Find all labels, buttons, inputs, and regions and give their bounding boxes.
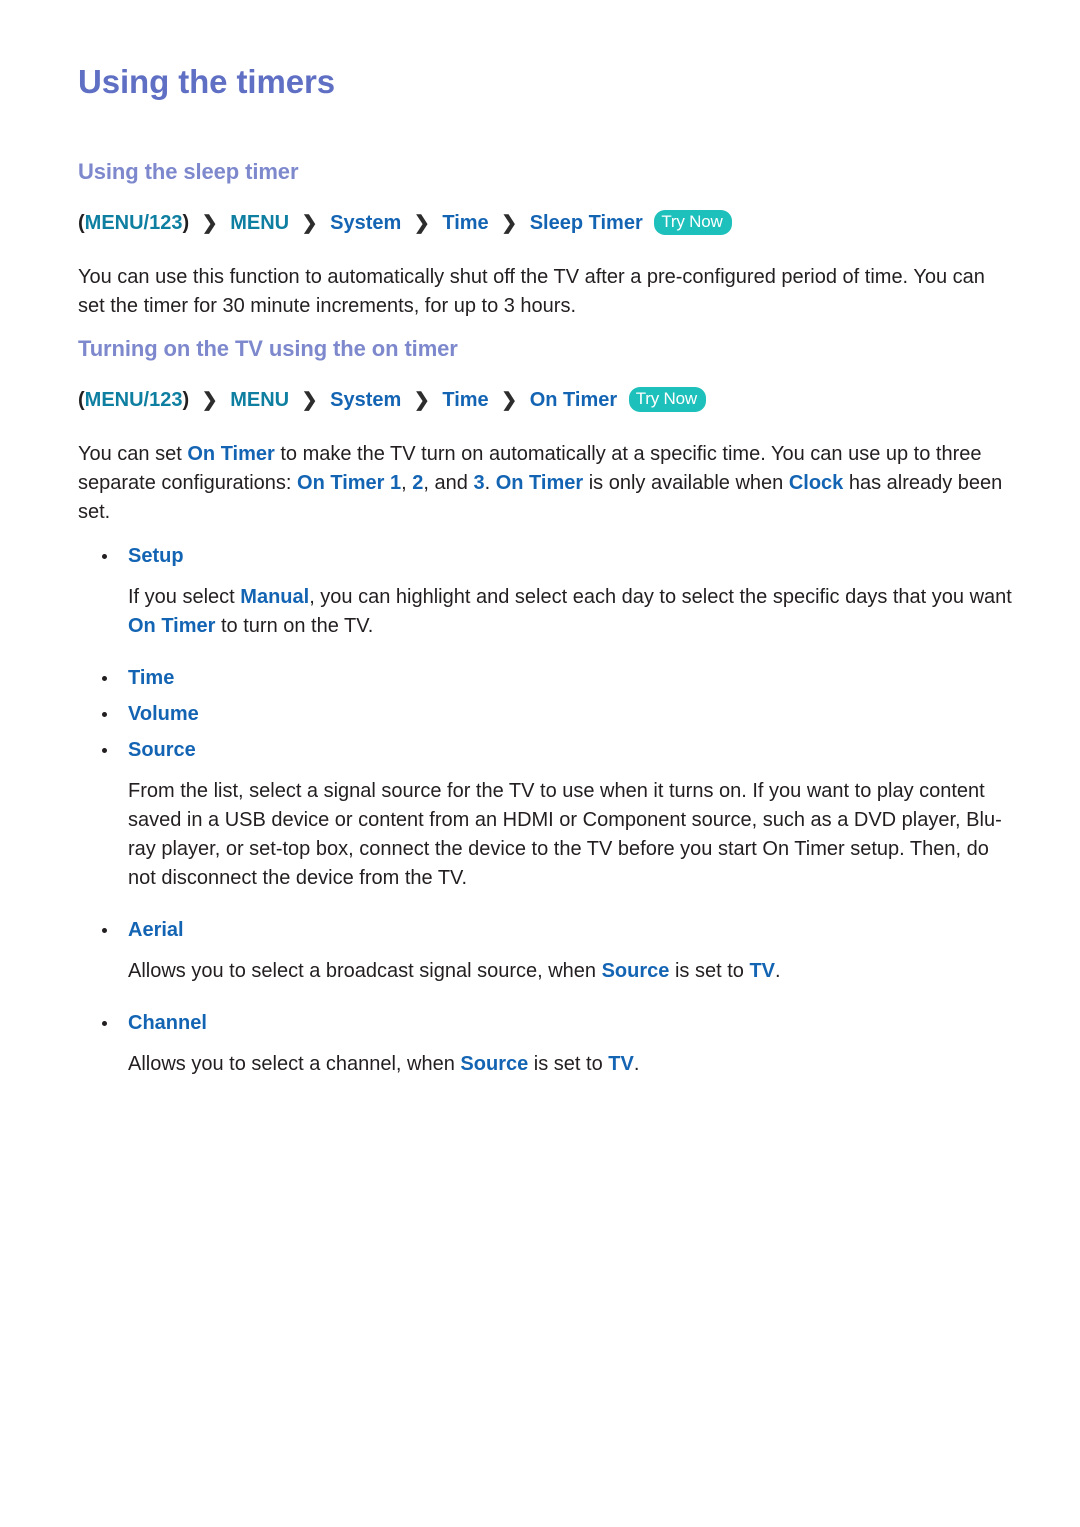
text-fragment: to turn on the TV. bbox=[215, 615, 374, 637]
breadcrumb-open-paren: ( bbox=[78, 212, 85, 234]
bullet-dot-icon bbox=[102, 928, 107, 933]
text-fragment: Allows you to select a channel, when bbox=[128, 1053, 461, 1075]
chevron-right-icon: ❯ bbox=[201, 213, 218, 234]
breadcrumb-close-paren: ) bbox=[182, 389, 190, 411]
option-description-aerial: Allows you to select a broadcast signal … bbox=[128, 957, 1018, 986]
keyword-on-timer-repeat: On Timer bbox=[495, 472, 584, 494]
keyword-tv: TV bbox=[608, 1053, 634, 1075]
text-fragment: , bbox=[401, 472, 413, 494]
keyword-source: Source bbox=[601, 960, 670, 982]
chevron-right-icon: ❯ bbox=[413, 390, 430, 411]
option-description-setup: If you select Manual, you can highlight … bbox=[128, 583, 1018, 641]
text-fragment: , you can highlight and select each day … bbox=[309, 586, 1012, 608]
option-label-setup: Setup bbox=[128, 545, 184, 567]
bullet-dot-icon bbox=[102, 676, 107, 681]
breadcrumb-item-menu[interactable]: MENU bbox=[230, 389, 289, 411]
chevron-right-icon: ❯ bbox=[413, 213, 430, 234]
option-label-source: Source bbox=[128, 739, 196, 761]
keyword-tv: TV bbox=[749, 960, 775, 982]
list-item-channel: Channel bbox=[78, 1008, 1020, 1038]
bullet-dot-icon bbox=[102, 554, 107, 559]
try-now-badge[interactable]: Try Now bbox=[628, 387, 706, 412]
text-fragment: is set to bbox=[669, 960, 750, 982]
section-heading-sleep-timer: Using the sleep timer bbox=[78, 159, 299, 184]
option-description-channel: Allows you to select a channel, when Sou… bbox=[128, 1050, 1018, 1079]
document-page: Using the timers Using the sleep timer (… bbox=[0, 0, 1080, 1527]
list-item-aerial: Aerial bbox=[78, 915, 1020, 945]
text-fragment: is only available when bbox=[583, 472, 789, 494]
keyword-clock: Clock bbox=[788, 472, 844, 494]
text-fragment: You can set bbox=[78, 443, 188, 465]
option-description-source: From the list, select a signal source fo… bbox=[128, 780, 1002, 889]
text-fragment: . bbox=[775, 960, 781, 982]
sleep-timer-description: You can use this function to automatical… bbox=[78, 266, 985, 317]
breadcrumb-open-paren: ( bbox=[78, 389, 85, 411]
breadcrumb-item-time[interactable]: Time bbox=[442, 389, 488, 411]
text-fragment: . bbox=[633, 1053, 640, 1075]
keyword-on-timer: On Timer bbox=[187, 443, 275, 465]
list-item-time: Time bbox=[78, 663, 1020, 693]
chevron-right-icon: ❯ bbox=[201, 390, 218, 411]
keyword-on-timer-3: 3 bbox=[473, 472, 485, 494]
list-item-volume: Volume bbox=[78, 699, 1020, 729]
breadcrumb-on-timer: (MENU/123) ❯ MENU ❯ System ❯ Time ❯ On T… bbox=[78, 387, 1020, 414]
text-fragment: is set to bbox=[528, 1053, 609, 1075]
breadcrumb-item-system[interactable]: System bbox=[330, 389, 401, 411]
list-item-setup: Setup bbox=[78, 541, 1020, 571]
breadcrumb-sleep-timer: (MENU/123) ❯ MENU ❯ System ❯ Time ❯ Slee… bbox=[78, 210, 1020, 237]
keyword-source: Source bbox=[460, 1053, 529, 1075]
chevron-right-icon: ❯ bbox=[501, 213, 518, 234]
bullet-dot-icon bbox=[102, 748, 107, 753]
list-item-source: Source bbox=[78, 735, 1020, 765]
text-fragment: . bbox=[484, 472, 496, 494]
breadcrumb-item-sleep-timer[interactable]: Sleep Timer bbox=[530, 212, 643, 234]
breadcrumb-item-menu[interactable]: MENU bbox=[230, 212, 289, 234]
keyword-on-timer-2: 2 bbox=[412, 472, 424, 494]
on-timer-description: You can set On Timer to make the TV turn… bbox=[78, 440, 1013, 527]
option-label-volume: Volume bbox=[128, 703, 199, 725]
text-fragment: Allows you to select a broadcast signal … bbox=[128, 960, 602, 982]
try-now-badge[interactable]: Try Now bbox=[654, 210, 732, 235]
chevron-right-icon: ❯ bbox=[501, 390, 518, 411]
bullet-dot-icon bbox=[102, 1021, 107, 1026]
text-fragment: If you select bbox=[128, 586, 241, 608]
text-fragment: , and bbox=[423, 472, 474, 494]
bullet-dot-icon bbox=[102, 712, 107, 717]
section-heading-on-timer: Turning on the TV using the on timer bbox=[78, 336, 458, 361]
on-timer-options-list: Setup If you select Manual, you can high… bbox=[78, 541, 1020, 1079]
chevron-right-icon: ❯ bbox=[301, 213, 318, 234]
breadcrumb-item-system[interactable]: System bbox=[330, 212, 401, 234]
breadcrumb-item-menu123[interactable]: MENU/123 bbox=[85, 212, 183, 234]
breadcrumb-item-on-timer[interactable]: On Timer bbox=[530, 389, 617, 411]
keyword-on-timer: On Timer bbox=[128, 615, 216, 637]
chevron-right-icon: ❯ bbox=[301, 390, 318, 411]
breadcrumb-item-menu123[interactable]: MENU/123 bbox=[85, 389, 183, 411]
keyword-manual: Manual bbox=[240, 586, 310, 608]
option-label-aerial: Aerial bbox=[128, 919, 184, 941]
breadcrumb-item-time[interactable]: Time bbox=[442, 212, 488, 234]
page-title: Using the timers bbox=[78, 63, 335, 100]
breadcrumb-close-paren: ) bbox=[182, 212, 190, 234]
keyword-on-timer-1: On Timer 1 bbox=[297, 472, 402, 494]
option-label-channel: Channel bbox=[128, 1012, 207, 1034]
option-label-time: Time bbox=[128, 667, 175, 689]
